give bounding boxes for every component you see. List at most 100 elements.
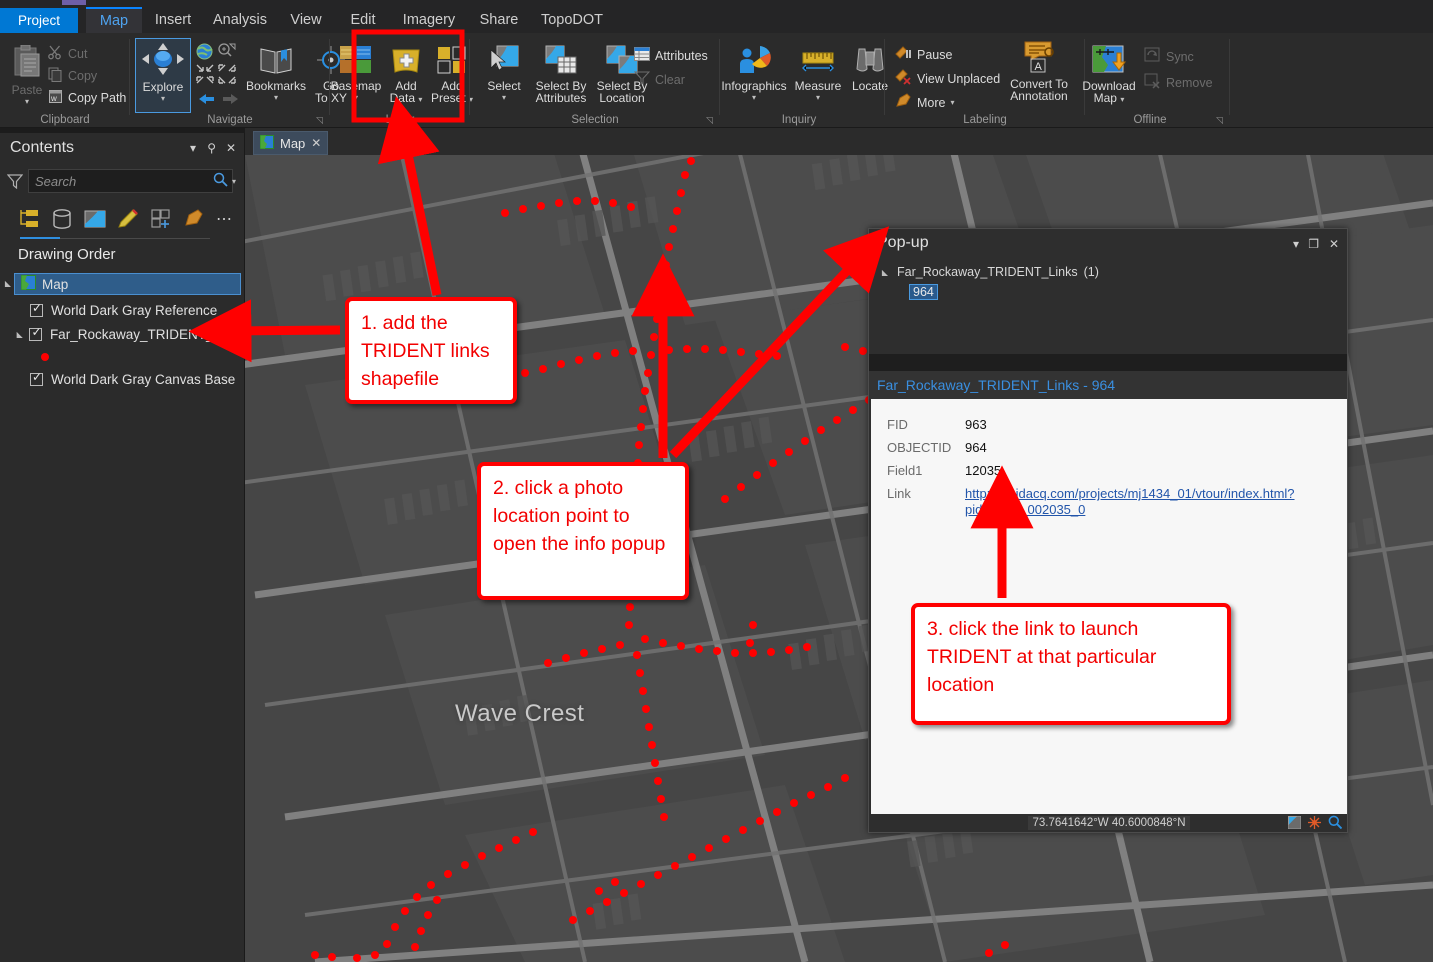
tab-share[interactable]: Share bbox=[474, 7, 524, 33]
full-extent-globe-icon[interactable] bbox=[196, 43, 213, 63]
explore-caret-icon[interactable]: ▾ bbox=[161, 93, 165, 106]
view-tab-map[interactable]: Map ✕ bbox=[253, 131, 329, 155]
copy-path-button[interactable]: w Copy Path bbox=[48, 89, 126, 107]
bookmarks-button[interactable]: Bookmarks ▾ bbox=[244, 45, 308, 105]
trident-link-anchor[interactable]: http://3d.idacq.com/projects/mj1434_01/v… bbox=[965, 486, 1345, 518]
popup-splitter[interactable] bbox=[869, 354, 1347, 371]
fixed-zoom-in-icon[interactable] bbox=[218, 43, 236, 63]
convert-to-annotation-button[interactable]: A Convert To Annotation bbox=[999, 41, 1079, 103]
popup-close-icon[interactable]: ✕ bbox=[1329, 237, 1339, 251]
add-preset-button[interactable]: Add Preset ▾ bbox=[430, 45, 474, 107]
list-by-editing-icon[interactable] bbox=[117, 208, 139, 233]
search-input-wrapper[interactable]: ▾ bbox=[28, 169, 236, 193]
popup-maximize-icon[interactable]: ❐ bbox=[1308, 237, 1319, 251]
bookmarks-caret-icon[interactable]: ▾ bbox=[274, 92, 278, 105]
popup-tree-child-964[interactable]: 964 bbox=[909, 284, 938, 300]
tab-project[interactable]: Project bbox=[0, 8, 78, 33]
popup-menu-caret-icon[interactable]: ▾ bbox=[1293, 237, 1299, 251]
list-by-drawing-order-icon[interactable] bbox=[18, 208, 40, 233]
copy-path-label: Copy Path bbox=[68, 91, 127, 105]
layer-row-far-rockaway-trident-links[interactable]: ◣ Far_Rockaway_TRIDENT_Links bbox=[0, 323, 245, 345]
cut-button[interactable]: Cut bbox=[48, 45, 87, 63]
group-title-layer: Layer bbox=[385, 114, 415, 126]
layer-checkbox[interactable] bbox=[29, 325, 42, 341]
measure-ruler-icon bbox=[800, 45, 836, 78]
download-map-caret-icon[interactable]: ▾ bbox=[1120, 95, 1124, 104]
add-data-caret-icon[interactable]: ▾ bbox=[418, 95, 422, 104]
more-labeling-button[interactable]: More ▾ bbox=[895, 93, 955, 112]
list-by-labeling-icon[interactable] bbox=[183, 208, 205, 233]
popup-results-tree[interactable]: ◣ Far_Rockaway_TRIDENT_Links (1) 964 bbox=[869, 259, 1347, 354]
search-options-caret-icon[interactable]: ▾ bbox=[232, 177, 236, 186]
tab-analysis[interactable]: Analysis bbox=[205, 7, 275, 33]
search-icon[interactable] bbox=[213, 172, 228, 190]
group-title-navigate: Navigate bbox=[207, 114, 253, 126]
contents-pin-icon[interactable]: ⚲ bbox=[207, 141, 216, 155]
offline-dialog-launcher[interactable]: ◹ bbox=[1216, 116, 1225, 125]
tab-imagery[interactable]: Imagery bbox=[396, 7, 462, 33]
select-caret-icon[interactable]: ▾ bbox=[502, 92, 506, 105]
view-tab-close-icon[interactable]: ✕ bbox=[311, 136, 321, 150]
paste-button[interactable]: Paste ▾ bbox=[6, 44, 48, 109]
next-extent-icon[interactable] bbox=[221, 91, 241, 110]
infographics-button[interactable]: Infographics ▾ bbox=[719, 45, 789, 105]
basemap-button[interactable]: Basemap ▾ bbox=[331, 45, 381, 105]
contents-menu-caret-icon[interactable]: ▾ bbox=[190, 141, 196, 155]
view-unplaced-button[interactable]: View Unplaced bbox=[895, 69, 1000, 88]
filter-icon[interactable] bbox=[6, 173, 24, 192]
popup-tree-root[interactable]: ◣ Far_Rockaway_TRIDENT_Links (1) bbox=[879, 265, 1099, 279]
tab-insert[interactable]: Insert bbox=[146, 7, 200, 33]
expander-map-icon[interactable]: ◣ bbox=[2, 279, 14, 288]
attributes-button[interactable]: Attributes bbox=[634, 47, 708, 64]
add-data-label-2: Data ▾ bbox=[389, 91, 423, 105]
explore-button[interactable]: Explore ▾ bbox=[135, 38, 191, 113]
list-by-snapping-icon[interactable] bbox=[150, 208, 172, 233]
measure-button[interactable]: Measure ▾ bbox=[791, 45, 845, 105]
select-button[interactable]: Select ▾ bbox=[478, 45, 530, 105]
expander-trident-icon[interactable]: ◣ bbox=[14, 330, 25, 339]
more-options-icon[interactable]: ⋯ bbox=[216, 212, 233, 228]
select-label: Select bbox=[487, 78, 521, 93]
tab-topodot[interactable]: TopoDOT bbox=[534, 7, 610, 33]
remove-offline-button[interactable]: Remove bbox=[1144, 73, 1213, 92]
callout-step-1: 1. add the TRIDENT links shapefile bbox=[345, 297, 517, 404]
clear-button[interactable]: Clear bbox=[633, 71, 685, 88]
more-caret-icon[interactable]: ▾ bbox=[950, 98, 954, 107]
popup-panel[interactable]: Pop-up ▾ ❐ ✕ ◣ Far_Rockaway_TRIDENT_Link… bbox=[868, 228, 1348, 833]
sync-button[interactable]: Sync bbox=[1144, 47, 1194, 66]
zoom-to-feature-icon[interactable] bbox=[1328, 815, 1343, 832]
map-thumbnail-icon[interactable] bbox=[1288, 815, 1301, 832]
quick-access-nub bbox=[62, 0, 86, 5]
contents-close-icon[interactable]: ✕ bbox=[226, 141, 236, 155]
expander-popup-icon[interactable]: ◣ bbox=[879, 268, 891, 277]
search-input[interactable] bbox=[29, 173, 213, 189]
layer-row-world-dark-gray-reference[interactable]: World Dark Gray Reference bbox=[0, 299, 245, 321]
layer-checkbox[interactable] bbox=[30, 370, 43, 386]
copy-button[interactable]: Copy bbox=[48, 67, 97, 85]
ribbon-group-offline: Download Map ▾ Sync Remove Offline ◹ bbox=[1070, 33, 1230, 128]
add-data-button[interactable]: Add Data ▾ bbox=[384, 45, 428, 107]
infographics-caret-icon[interactable]: ▾ bbox=[752, 92, 756, 105]
zoom-arrows-icon[interactable] bbox=[195, 63, 237, 90]
pause-labeling-button[interactable]: Pause bbox=[895, 45, 952, 64]
list-by-data-source-icon[interactable] bbox=[51, 208, 73, 233]
tab-edit[interactable]: Edit bbox=[340, 7, 386, 33]
paste-caret-icon[interactable]: ▾ bbox=[25, 96, 29, 109]
convert-to-annotation-icon: A bbox=[1021, 41, 1057, 76]
navigate-dialog-launcher[interactable]: ◹ bbox=[316, 116, 325, 125]
popup-tree-root-count: (1) bbox=[1083, 265, 1099, 279]
layer-checkbox[interactable] bbox=[30, 301, 43, 317]
list-by-selection-icon[interactable] bbox=[84, 208, 106, 233]
tab-view[interactable]: View bbox=[283, 7, 329, 33]
flash-feature-icon[interactable] bbox=[1308, 815, 1321, 832]
measure-caret-icon[interactable]: ▾ bbox=[816, 92, 820, 105]
tab-map[interactable]: Map bbox=[86, 7, 142, 33]
cut-label: Cut bbox=[68, 47, 88, 61]
download-map-button[interactable]: Download Map ▾ bbox=[1078, 45, 1140, 107]
select-by-attributes-button[interactable]: Select By Attributes bbox=[530, 45, 592, 105]
attribute-name-fid: FID bbox=[887, 417, 908, 432]
basemap-caret-icon[interactable]: ▾ bbox=[354, 92, 358, 105]
layer-row-world-dark-gray-canvas-base[interactable]: World Dark Gray Canvas Base bbox=[0, 368, 245, 390]
previous-extent-icon[interactable] bbox=[196, 91, 216, 110]
layer-row-map[interactable]: ◣ Map bbox=[0, 273, 245, 295]
